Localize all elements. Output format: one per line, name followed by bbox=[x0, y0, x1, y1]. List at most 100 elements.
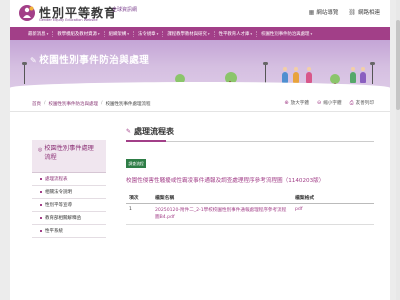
breadcrumb-separator: / bbox=[101, 101, 103, 106]
banner-curve bbox=[10, 82, 390, 89]
page: 性別平等教育 全球資訊網 Gender Equity Education Web… bbox=[10, 0, 390, 300]
related-links-link[interactable]: ⛓ 網路相連 bbox=[348, 8, 380, 17]
lamp-decoration bbox=[263, 62, 268, 84]
tree-decoration bbox=[330, 74, 340, 88]
bullet-icon bbox=[40, 217, 42, 219]
nav-item-curriculum[interactable]: 課程教學教材與研究 ▾ bbox=[163, 30, 215, 37]
file-table: 項次 檔案名稱 檔案格式 1 20250120-附件二_2-1學校校園性別事件通… bbox=[126, 191, 374, 225]
sidebar-list: 處理流程表 相關法令說明 性別平等宣導 教育部相關解釋函 性平系統 bbox=[32, 172, 106, 238]
logo-icon[interactable] bbox=[18, 4, 36, 22]
child-figure bbox=[306, 67, 312, 83]
bullet-icon bbox=[40, 204, 42, 206]
main-content: ✎ 處理流程表 調查流程 校園性侵害性騷擾或性霸凌事件通報及調查處理程序參考流程… bbox=[126, 126, 374, 225]
link-icon: ⛓ bbox=[348, 8, 356, 16]
sidebar-item-advocacy[interactable]: 性別平等宣導 bbox=[32, 199, 106, 212]
sidebar-item-label: 教育部相關解釋函 bbox=[45, 216, 81, 221]
bullet-icon bbox=[40, 178, 42, 180]
tool-label: 縮小字體 bbox=[323, 101, 342, 106]
column-header-format: 檔案格式 bbox=[292, 191, 374, 204]
nav-item-teaching-modules[interactable]: 教學模組及教材資源 ▾ bbox=[53, 30, 105, 37]
site-header: 性別平等教育 全球資訊網 Gender Equity Education Web… bbox=[10, 0, 390, 27]
column-header-filename: 檔案名稱 bbox=[152, 191, 292, 204]
title-divider bbox=[126, 140, 374, 142]
print-icon: ⎙ bbox=[349, 100, 354, 106]
column-header-index: 項次 bbox=[126, 191, 152, 204]
nav-label: 校園性別事件防治與處理 bbox=[261, 31, 310, 37]
nav-label: 教學模組及教材資源 bbox=[57, 31, 97, 37]
plus-icon: ⊕ bbox=[284, 100, 289, 106]
breadcrumb-home[interactable]: 首頁 bbox=[32, 101, 41, 107]
minus-icon: ⊖ bbox=[317, 100, 322, 106]
sidebar-item-label: 相關法令說明 bbox=[45, 190, 72, 195]
tool-label: 放大字體 bbox=[290, 101, 309, 106]
lamp-decoration bbox=[22, 62, 27, 84]
sidebar-item-system[interactable]: 性平系統 bbox=[32, 225, 106, 238]
child-figure bbox=[293, 67, 299, 83]
sidebar-item-process-table[interactable]: 處理流程表 bbox=[32, 173, 106, 186]
sidebar: ◎ 校園性別事件處理流程 處理流程表 相關法令說明 性別平等宣導 教育部相關解釋函… bbox=[32, 140, 106, 238]
chevron-down-icon: ▾ bbox=[46, 31, 49, 36]
banner-title: ✎ 校園性別事件防治與處理 bbox=[30, 52, 149, 66]
nav-item-talent-pool[interactable]: 性平教育人才庫 ▾ bbox=[215, 30, 258, 37]
chevron-down-icon: ▾ bbox=[97, 31, 100, 36]
nav-item-campus-prevention[interactable]: 校園性別事件防治與處理 ▾ bbox=[257, 31, 316, 37]
sidebar-heading: ◎ 校園性別事件處理流程 bbox=[32, 140, 106, 172]
table-row: 1 20250120-附件二_2-1學校校園性別事件通報處理程序參考流程圖B4.… bbox=[126, 203, 374, 225]
table-header-row: 項次 檔案名稱 檔案格式 bbox=[126, 191, 374, 204]
child-figure bbox=[282, 67, 288, 83]
nav-label: 組織架構 bbox=[108, 31, 127, 37]
banner-title-text: 校園性別事件防治與處理 bbox=[39, 55, 150, 66]
file-format-link[interactable]: pdf bbox=[292, 203, 374, 225]
site-badge: 全球資訊網 bbox=[112, 7, 138, 13]
cell-index: 1 bbox=[126, 203, 152, 225]
chevron-down-icon: ▾ bbox=[156, 31, 159, 36]
lamp-decoration bbox=[370, 62, 375, 84]
pencil-icon: ✎ bbox=[126, 128, 132, 135]
nav-item-organization[interactable]: 組織架構 ▾ bbox=[105, 30, 134, 37]
scrollbar[interactable] bbox=[396, 0, 400, 300]
sidebar-heading-text: 校園性別事件處理流程 bbox=[44, 145, 94, 161]
breadcrumb-separator: / bbox=[44, 101, 46, 106]
nav-label: 性平教育人才庫 bbox=[218, 31, 250, 37]
print-button[interactable]: ⎙ 友善列印 bbox=[350, 100, 374, 106]
breadcrumb: 首頁 / 校園性別事件防治與處理 / 校園性別事件處理流程 bbox=[32, 101, 151, 107]
document-title: 校園性侵害性騷擾或性霸凌事件通報及調查處理程序參考流程圖（1140203版） bbox=[126, 177, 325, 184]
bullet-icon bbox=[40, 230, 42, 232]
related-links-label: 網路相連 bbox=[357, 10, 380, 16]
child-figure bbox=[350, 67, 356, 83]
page-banner: ✎ 校園性別事件防治與處理 bbox=[10, 40, 390, 89]
sidebar-item-label: 處理流程表 bbox=[45, 177, 68, 182]
shrink-font-button[interactable]: ⊖ 縮小字體 bbox=[317, 100, 342, 106]
chevron-down-icon: ▾ bbox=[250, 31, 253, 36]
page-title-text: 處理流程表 bbox=[134, 127, 175, 136]
main-nav: 最新消息 ▾ 教學模組及教材資源 ▾ 組織架構 ▾ 法令規章 ▾ 課程教學教材與研究 ▾ … bbox=[10, 27, 390, 40]
page-title: ✎ 處理流程表 bbox=[126, 126, 374, 137]
page-tools: ⊕ 放大字體 ⊖ 縮小字體 ⎙ 友善列印 bbox=[284, 100, 374, 106]
sidebar-item-regulations[interactable]: 相關法令說明 bbox=[32, 186, 106, 199]
bullet-icon bbox=[40, 191, 42, 193]
nav-label: 法令規章 bbox=[137, 31, 156, 37]
breadcrumb-bar: 首頁 / 校園性別事件防治與處理 / 校園性別事件處理流程 ⊕ 放大字體 ⊖ 縮小字… bbox=[10, 96, 390, 112]
nav-item-news[interactable]: 最新消息 ▾ bbox=[24, 30, 54, 37]
file-link[interactable]: 20250120-附件二_2-1學校校園性別事件通報處理程序參考流程圖B4.pd… bbox=[152, 203, 292, 225]
target-icon: ◎ bbox=[38, 147, 43, 153]
breadcrumb-current: 校園性別事件處理流程 bbox=[105, 102, 151, 107]
sidebar-item-label: 性別平等宣導 bbox=[45, 203, 72, 208]
sitemap-link[interactable]: ▦ 網站導覽 bbox=[308, 8, 339, 17]
sidebar-item-label: 性平系統 bbox=[45, 229, 63, 234]
pin-icon: ✎ bbox=[30, 56, 38, 65]
chevron-down-icon: ▾ bbox=[127, 31, 129, 36]
enlarge-font-button[interactable]: ⊕ 放大字體 bbox=[284, 100, 309, 106]
chevron-down-icon: ▾ bbox=[207, 31, 210, 36]
top-links: ▦ 網站導覽 ⛓ 網路相連 bbox=[308, 8, 380, 17]
child-figure bbox=[360, 67, 366, 83]
scrollbar-thumb[interactable] bbox=[396, 20, 400, 110]
nav-label: 課程教學教材與研究 bbox=[167, 31, 207, 37]
sidebar-item-interpretations[interactable]: 教育部相關解釋函 bbox=[32, 212, 106, 225]
tool-label: 友善列印 bbox=[355, 101, 374, 106]
sitemap-icon: ▦ bbox=[308, 8, 315, 16]
category-tag: 調查流程 bbox=[126, 159, 147, 168]
nav-label: 最新消息 bbox=[28, 31, 46, 37]
breadcrumb-section[interactable]: 校園性別事件防治與處理 bbox=[49, 101, 99, 107]
nav-item-regulations[interactable]: 法令規章 ▾ bbox=[134, 30, 164, 37]
